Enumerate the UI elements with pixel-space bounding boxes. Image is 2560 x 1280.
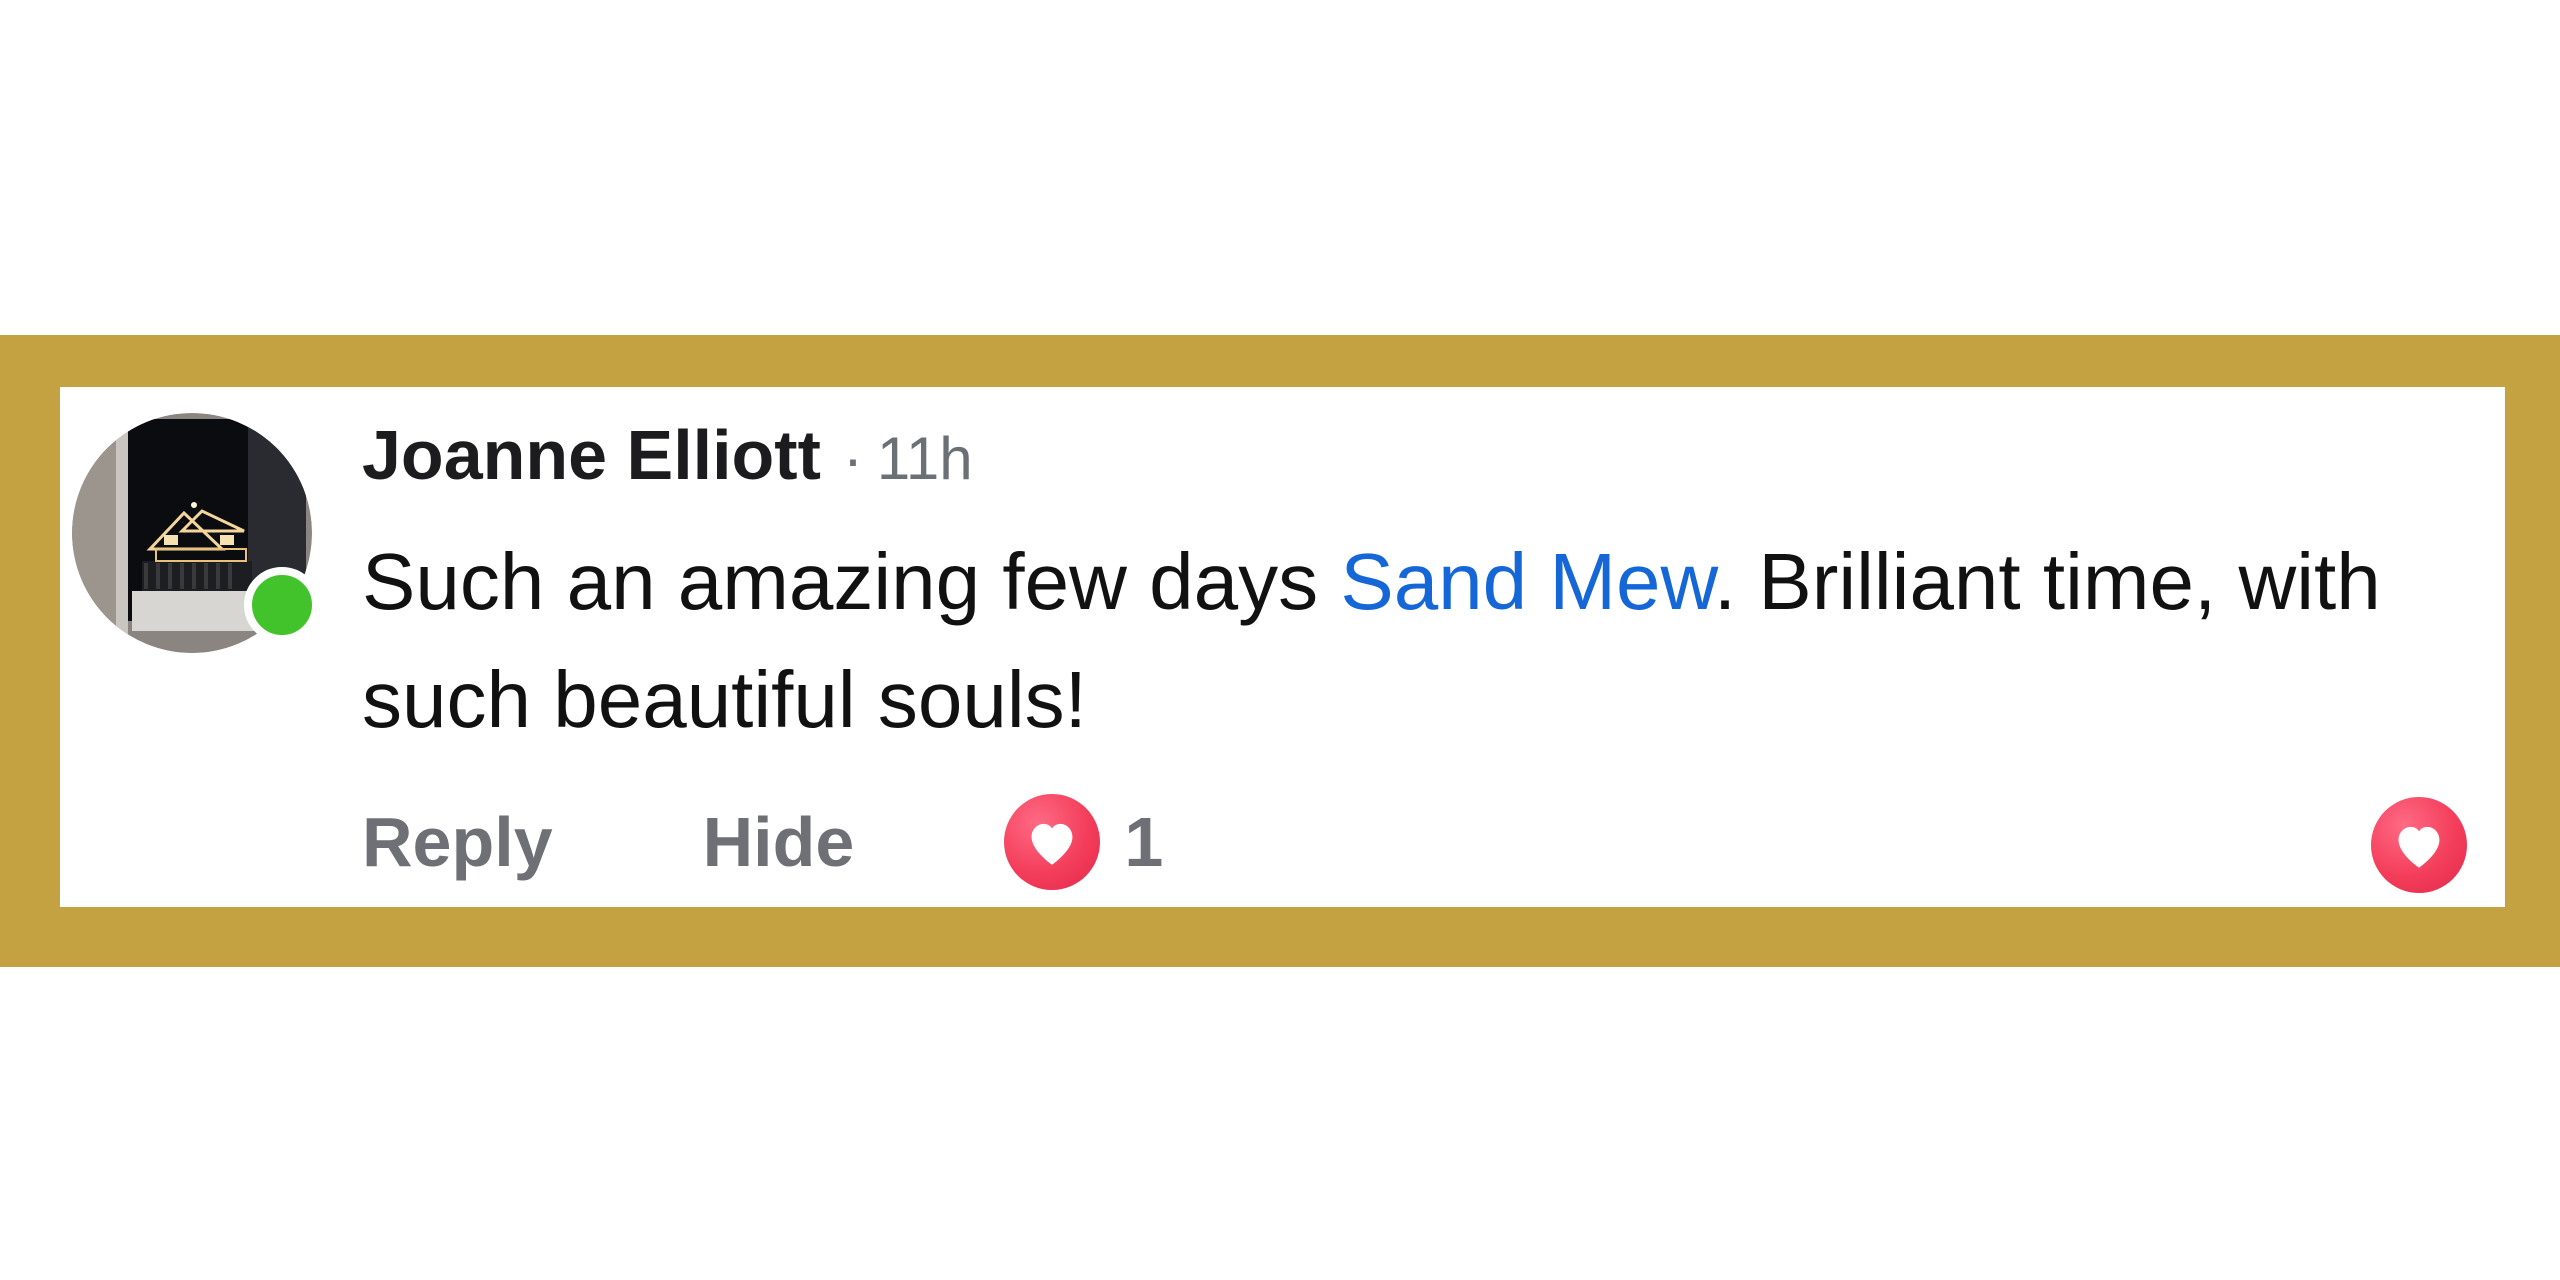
page: Joanne Elliott · 11h Such an amazing few… (0, 0, 2560, 1280)
author-name[interactable]: Joanne Elliott (362, 415, 821, 495)
header-separator: · (842, 425, 863, 492)
reaction-summary[interactable]: 1 (1004, 794, 1163, 890)
comment-header: Joanne Elliott · 11h (362, 415, 973, 495)
comment-card: Joanne Elliott · 11h Such an amazing few… (60, 387, 2505, 907)
hide-button[interactable]: Hide (703, 802, 855, 882)
avatar[interactable] (72, 413, 320, 653)
timestamp[interactable]: 11h (877, 424, 973, 493)
mention-link[interactable]: Sand Mew (1340, 537, 1714, 626)
gold-frame: Joanne Elliott · 11h Such an amazing few… (0, 335, 2560, 967)
comment-text: Such an amazing few days Sand Mew. Brill… (362, 523, 2482, 759)
reply-button[interactable]: Reply (362, 802, 553, 882)
comment-text-start: Such an amazing few days (362, 537, 1341, 626)
heart-icon (1004, 794, 1101, 890)
comment-actions: Reply Hide 1 (362, 794, 1163, 890)
online-status-icon (244, 567, 320, 643)
reaction-count: 1 (1124, 803, 1164, 881)
heart-icon[interactable] (2371, 797, 2467, 893)
